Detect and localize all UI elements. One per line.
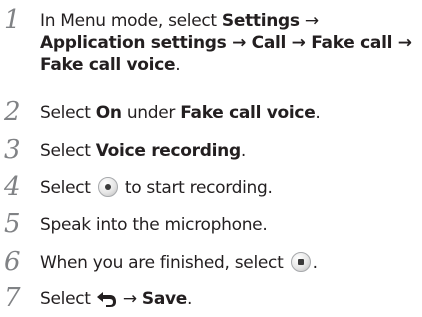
- stop-icon: [290, 252, 311, 272]
- step-text-bold: Voice recording: [95, 141, 241, 161]
- instruction-steps: 1 In Menu mode, select Settings → Applic…: [0, 0, 422, 317]
- step-text-bold: Application settings → Call → Fake call …: [40, 33, 412, 53]
- step-text-plain: .: [312, 253, 318, 273]
- step-text-plain: In Menu mode, select: [40, 11, 222, 31]
- step-text-plain: to start recording.: [119, 178, 273, 198]
- step-text-plain: Select: [40, 178, 96, 198]
- step-number: 4: [4, 172, 21, 202]
- step-text-bold: Fake call voice: [180, 103, 316, 123]
- step-text-plain: .: [175, 55, 181, 75]
- step-text: Select Voice recording.: [40, 140, 420, 162]
- step-text-plain: Select: [40, 103, 96, 123]
- step-text-bold: Save: [141, 289, 188, 309]
- step-number: 3: [4, 135, 21, 165]
- arrow-glyph: →: [304, 11, 319, 31]
- back-icon: [96, 292, 116, 307]
- step-text-plain: under: [121, 103, 181, 123]
- step-text: Speak into the microphone.: [40, 215, 268, 235]
- step-text: Select → Save.: [40, 288, 420, 310]
- step-number: 2: [4, 97, 21, 127]
- step-text: Select On under Fake call voice.: [40, 102, 420, 124]
- step-text-plain: Select: [40, 141, 96, 161]
- step-text-bold: Fake call voice: [40, 55, 176, 75]
- step-text: When you are finished, select .: [40, 252, 420, 274]
- step-text-plain: Select: [40, 289, 96, 309]
- step-text-plain: When you are finished, select: [40, 253, 289, 273]
- step-text: In Menu mode, select Settings → Applicat…: [40, 10, 420, 76]
- step-text-bold: On: [95, 103, 122, 123]
- record-icon: [97, 177, 118, 197]
- step-text-plain: .: [240, 141, 246, 161]
- step-text-plain: .: [187, 289, 193, 309]
- step-text-plain: .: [315, 103, 321, 123]
- step-number: 6: [4, 247, 21, 277]
- step-text: Select to start recording.: [40, 177, 420, 199]
- step-text-bold: Settings: [221, 11, 300, 31]
- step-number: 1: [4, 5, 21, 35]
- step-number: 7: [4, 283, 21, 313]
- arrow-glyph: →: [117, 289, 142, 309]
- step-number: 5: [4, 209, 21, 239]
